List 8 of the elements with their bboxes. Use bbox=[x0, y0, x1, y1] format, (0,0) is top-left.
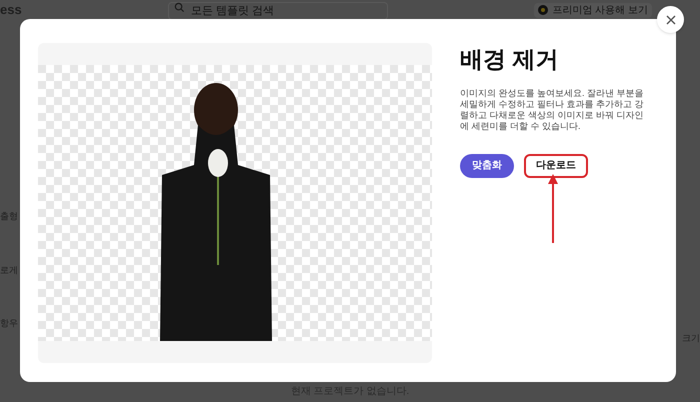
close-button[interactable] bbox=[657, 6, 684, 33]
search-field[interactable]: 모든 템플릿 검색 bbox=[168, 2, 388, 20]
download-button[interactable]: 다운로드 bbox=[524, 154, 588, 178]
modal-title: 배경 제거 bbox=[460, 45, 560, 74]
close-icon bbox=[666, 14, 676, 24]
search-icon bbox=[174, 2, 186, 13]
customize-button[interactable]: 맞춤화 bbox=[460, 154, 514, 178]
modal-description: 이미지의 완성도를 높여보세요. 잘라낸 부분을 세밀하게 수정하고 필터나 효과를 추가하고 강렬하고 다채로운 색상의 이미지로 바꿔 디자인에 세련미를 더할 수 있습니다. bbox=[460, 88, 645, 132]
